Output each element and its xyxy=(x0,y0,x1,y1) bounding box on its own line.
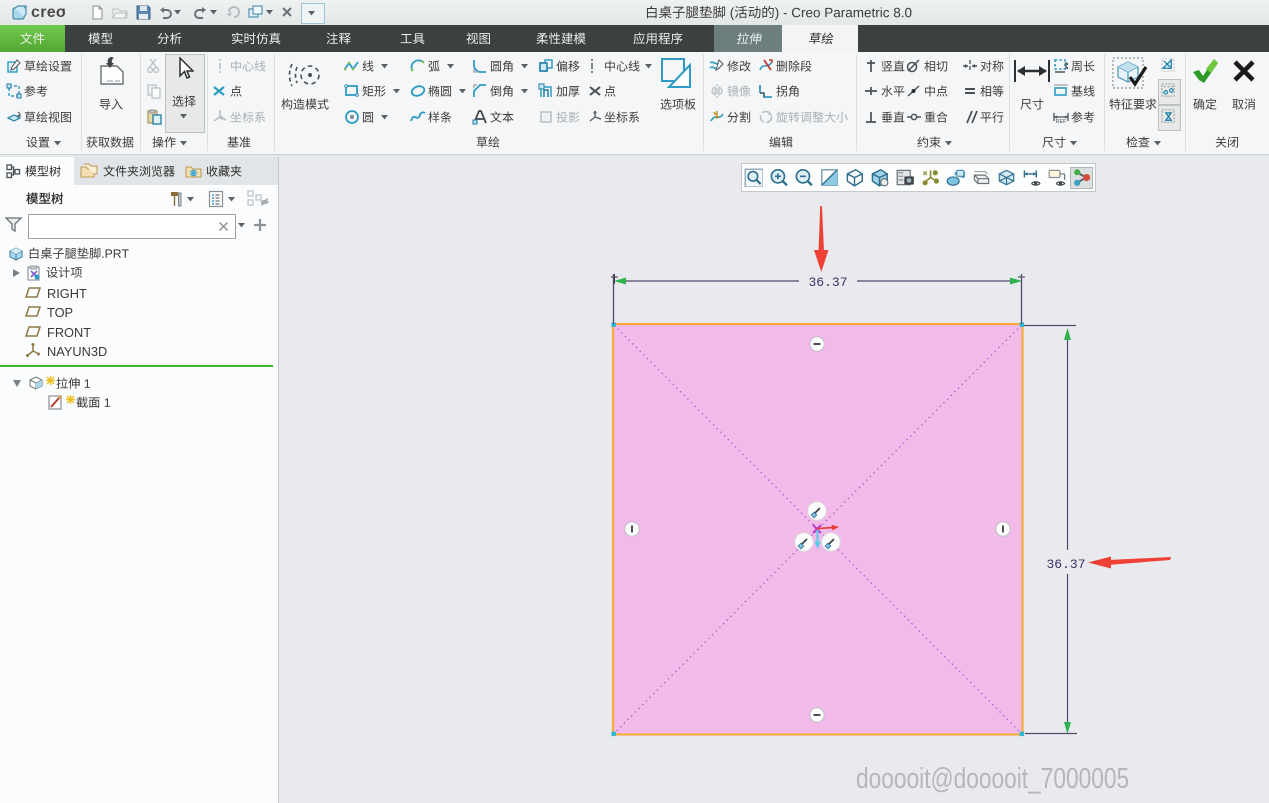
svg-text:REF: REF xyxy=(1056,119,1068,125)
